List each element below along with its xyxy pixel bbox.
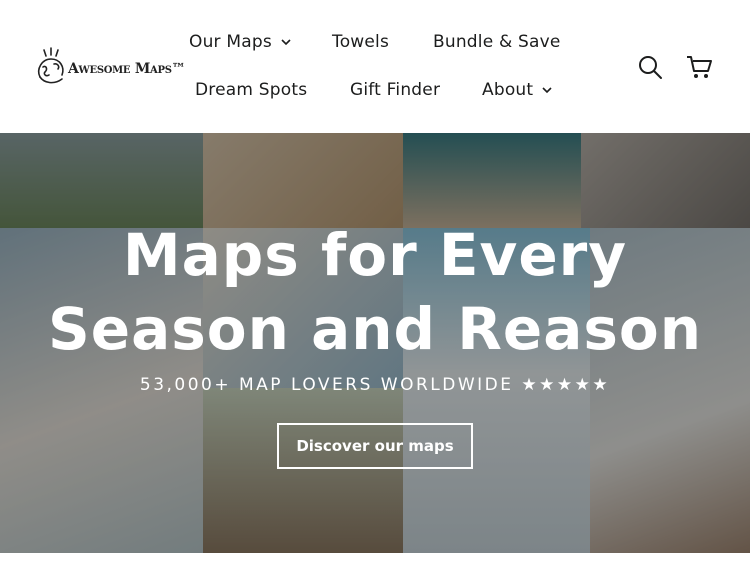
hero-banner: Maps for Every Season and Reason 53,000+… (0, 133, 750, 553)
discover-maps-button[interactable]: Discover our maps (277, 423, 473, 469)
nav-item-dream-spots[interactable]: Dream Spots (195, 80, 307, 100)
nav-label: Dream Spots (195, 80, 308, 100)
nav-label: Gift Finder (350, 80, 441, 100)
search-button[interactable] (636, 53, 664, 81)
nav-item-towels[interactable]: Towels (332, 32, 389, 52)
cart-button[interactable] (685, 53, 713, 81)
nav-item-bundle-save[interactable]: Bundle & Save (433, 32, 561, 52)
nav-label: Bundle & Save (433, 32, 561, 52)
site-header: Awesome Maps™ Our Maps Towels Bundle & S… (0, 0, 750, 133)
nav-label: Towels (332, 32, 390, 52)
nav-item-about[interactable]: About (482, 80, 553, 100)
nav-label: Our Maps (189, 32, 272, 52)
nav-label: About (482, 80, 534, 100)
hero-title-line1: Maps for Every (122, 221, 628, 289)
brand-name: Awesome Maps™ (68, 61, 186, 77)
chevron-down-icon (281, 39, 291, 46)
search-icon (639, 56, 662, 79)
brand-logo[interactable]: Awesome Maps™ (34, 46, 186, 88)
cart-icon (687, 56, 712, 78)
nav-item-our-maps[interactable]: Our Maps (189, 32, 292, 52)
chevron-down-icon (542, 87, 552, 94)
page-bottom-strip (0, 553, 750, 563)
hero-subtitle: 53,000+ MAP LOVERS WORLDWIDE ★★★★★ (139, 375, 611, 395)
nav-item-gift-finder[interactable]: Gift Finder (350, 80, 440, 100)
globe-logo-icon (37, 47, 64, 84)
hero-title-line2: Season and Reason (47, 295, 703, 363)
